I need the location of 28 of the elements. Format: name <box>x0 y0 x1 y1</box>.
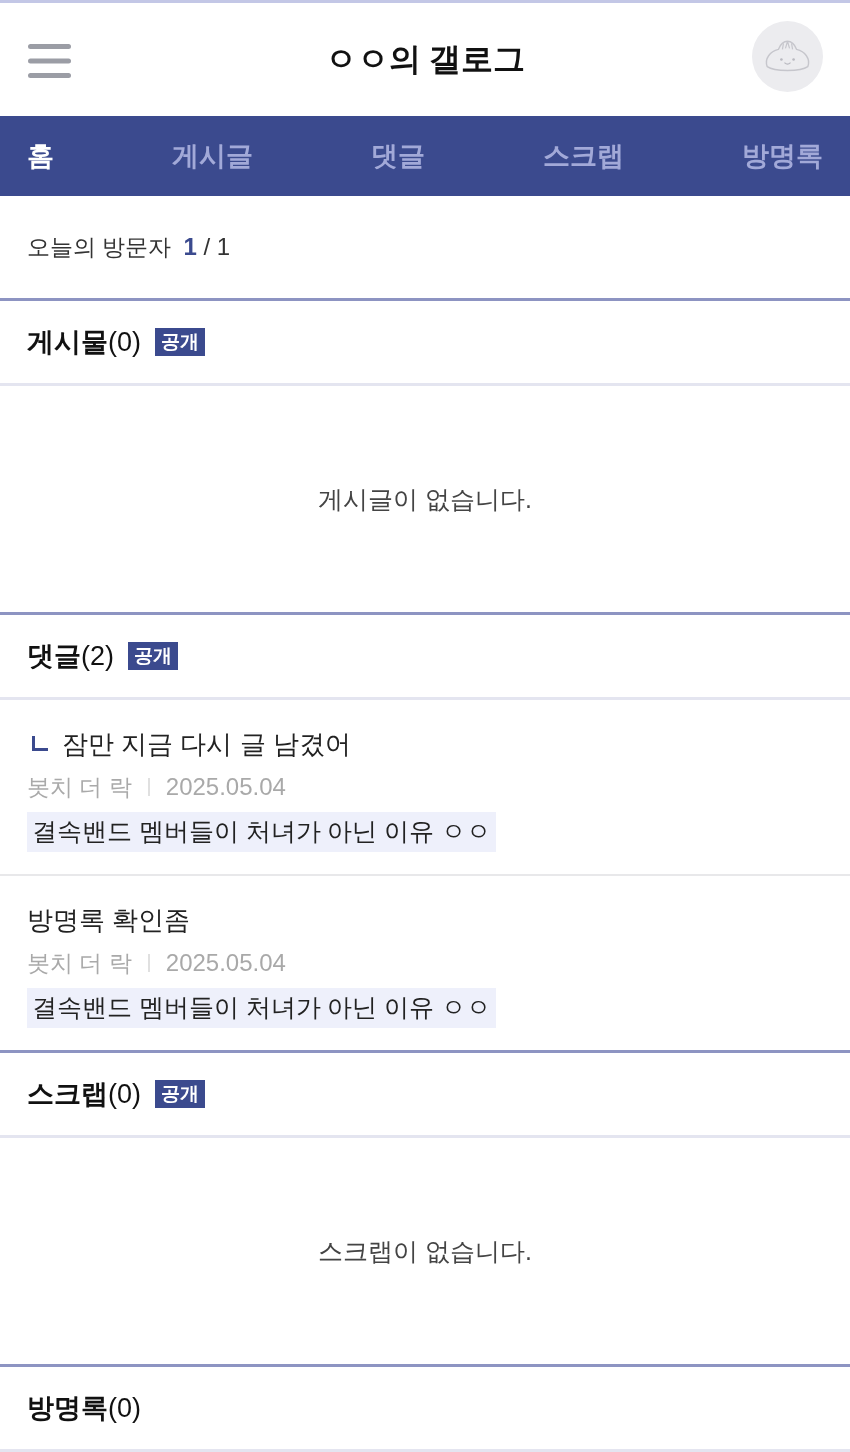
comment-date: 2025.05.04 <box>165 948 286 978</box>
section-title: 방명록(0) <box>27 1392 141 1425</box>
comment-author: 봇치 더 락 <box>27 773 132 802</box>
visitor-label: 오늘의 방문자 <box>27 233 172 262</box>
visibility-badge: 공개 <box>155 328 205 356</box>
menu-icon <box>28 43 71 78</box>
post-link[interactable]: 결속밴드 멤버들이 처녀가 아닌 이유 ㅇㅇ <box>27 988 497 1028</box>
comment-date: 2025.05.04 <box>165 772 286 802</box>
blog-title: ㅇㅇ의 갤로그 <box>324 39 526 79</box>
nav-tab[interactable]: 게시글 <box>172 116 253 196</box>
nav-tab[interactable]: 댓글 <box>371 116 425 196</box>
post-link[interactable]: 결속밴드 멤버들이 처녀가 아닌 이유 ㅇㅇ <box>27 812 497 852</box>
section-title: 게시물(0) <box>27 326 141 359</box>
nav-tab[interactable]: 방명록 <box>742 116 823 196</box>
empty-message: 스크랩이 없습니다. <box>318 1236 532 1267</box>
section-title: 댓글(2) <box>27 640 114 673</box>
section-title: 스크랩(0) <box>27 1078 141 1111</box>
visitor-count: 1 / 1 <box>183 232 231 262</box>
comment-author: 봇치 더 락 <box>27 949 132 978</box>
dumpling-avatar-icon[interactable] <box>752 21 823 92</box>
empty-message: 게시글이 없습니다. <box>318 484 532 515</box>
nav-tab[interactable]: 홈 <box>27 116 54 196</box>
visibility-badge: 공개 <box>128 642 178 670</box>
comment-text: 잠만 지금 다시 글 남겼어 <box>62 728 351 761</box>
comment-text: 방명록 확인좀 <box>27 904 191 937</box>
nav-tab[interactable]: 스크랩 <box>543 116 624 196</box>
visibility-badge: 공개 <box>155 1080 205 1108</box>
menu-button[interactable] <box>28 43 71 78</box>
